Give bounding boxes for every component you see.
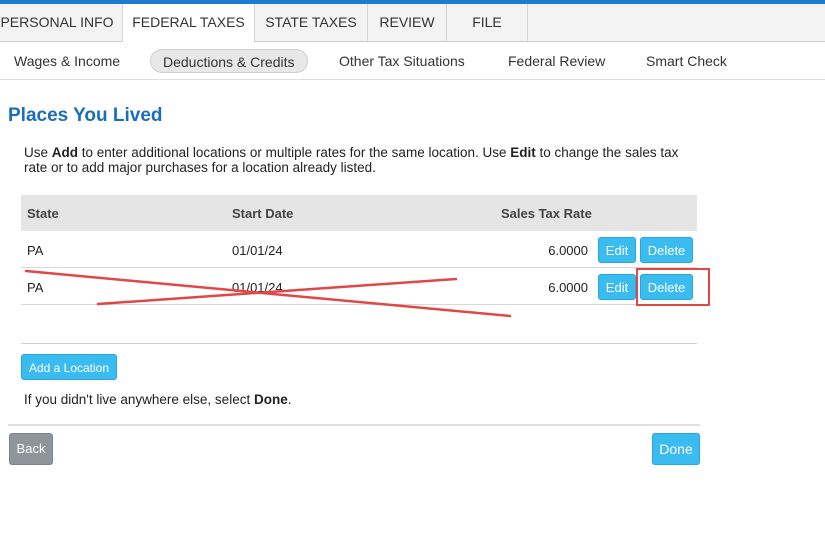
tab-review[interactable]: REVIEW [368, 4, 447, 42]
done-button[interactable]: Done [652, 433, 700, 465]
table-row: PA 01/01/24 6.0000 Edit Delete [21, 268, 697, 305]
delete-button[interactable]: Delete [640, 237, 693, 263]
subnav-other-tax-situations[interactable]: Other Tax Situations [339, 49, 465, 73]
edit-button[interactable]: Edit [598, 274, 636, 300]
table-header: State Start Date Sales Tax Rate [21, 195, 697, 231]
header-sales-tax-rate: Sales Tax Rate [501, 206, 592, 221]
sub-navigation: Wages & Income Deductions & Credits Othe… [0, 42, 825, 80]
tab-state-taxes[interactable]: STATE TAXES [255, 4, 368, 42]
header-state: State [27, 206, 59, 221]
subnav-smart-check[interactable]: Smart Check [646, 49, 727, 73]
done-note-part-1: If you didn't live anywhere else, select [24, 392, 254, 407]
subnav-federal-review[interactable]: Federal Review [508, 49, 605, 73]
locations-table: State Start Date Sales Tax Rate PA 01/01… [21, 195, 697, 305]
cell-start-date: 01/01/24 [232, 280, 283, 295]
instructions-add-word: Add [51, 145, 79, 160]
subnav-deductions-credits[interactable]: Deductions & Credits [150, 49, 308, 73]
done-note: If you didn't live anywhere else, select… [24, 392, 291, 407]
back-button[interactable]: Back [9, 433, 53, 465]
instructions-text: Use Add to enter additional locations or… [24, 145, 696, 175]
cell-start-date: 01/01/24 [232, 243, 283, 258]
cell-state: PA [27, 243, 44, 258]
edit-button[interactable]: Edit [598, 237, 636, 263]
tab-federal-taxes[interactable]: FEDERAL TAXES [122, 4, 255, 43]
header-start-date: Start Date [232, 206, 294, 221]
tab-file[interactable]: FILE [447, 4, 528, 42]
divider [21, 343, 697, 344]
instructions-part-1: Use [24, 145, 52, 160]
main-tabs: PERSONAL INFO FEDERAL TAXES STATE TAXES … [0, 4, 825, 43]
footer-divider [8, 424, 700, 426]
delete-highlight-box [636, 268, 710, 306]
done-note-part-2: . [287, 392, 292, 407]
done-note-done-word: Done [253, 392, 288, 407]
tab-personal-info[interactable]: PERSONAL INFO [0, 4, 123, 42]
cell-state: PA [27, 280, 44, 295]
subnav-wages-income[interactable]: Wages & Income [14, 49, 120, 73]
instructions-part-2: to enter additional locations or multipl… [78, 145, 511, 160]
table-row: PA 01/01/24 6.0000 Edit Delete [21, 231, 697, 268]
cell-sales-tax-rate: 6.0000 [548, 243, 588, 258]
add-location-button[interactable]: Add a Location [21, 354, 117, 380]
cell-sales-tax-rate: 6.0000 [548, 280, 588, 295]
instructions-edit-word: Edit [510, 145, 536, 160]
page-title: Places You Lived [8, 105, 163, 126]
